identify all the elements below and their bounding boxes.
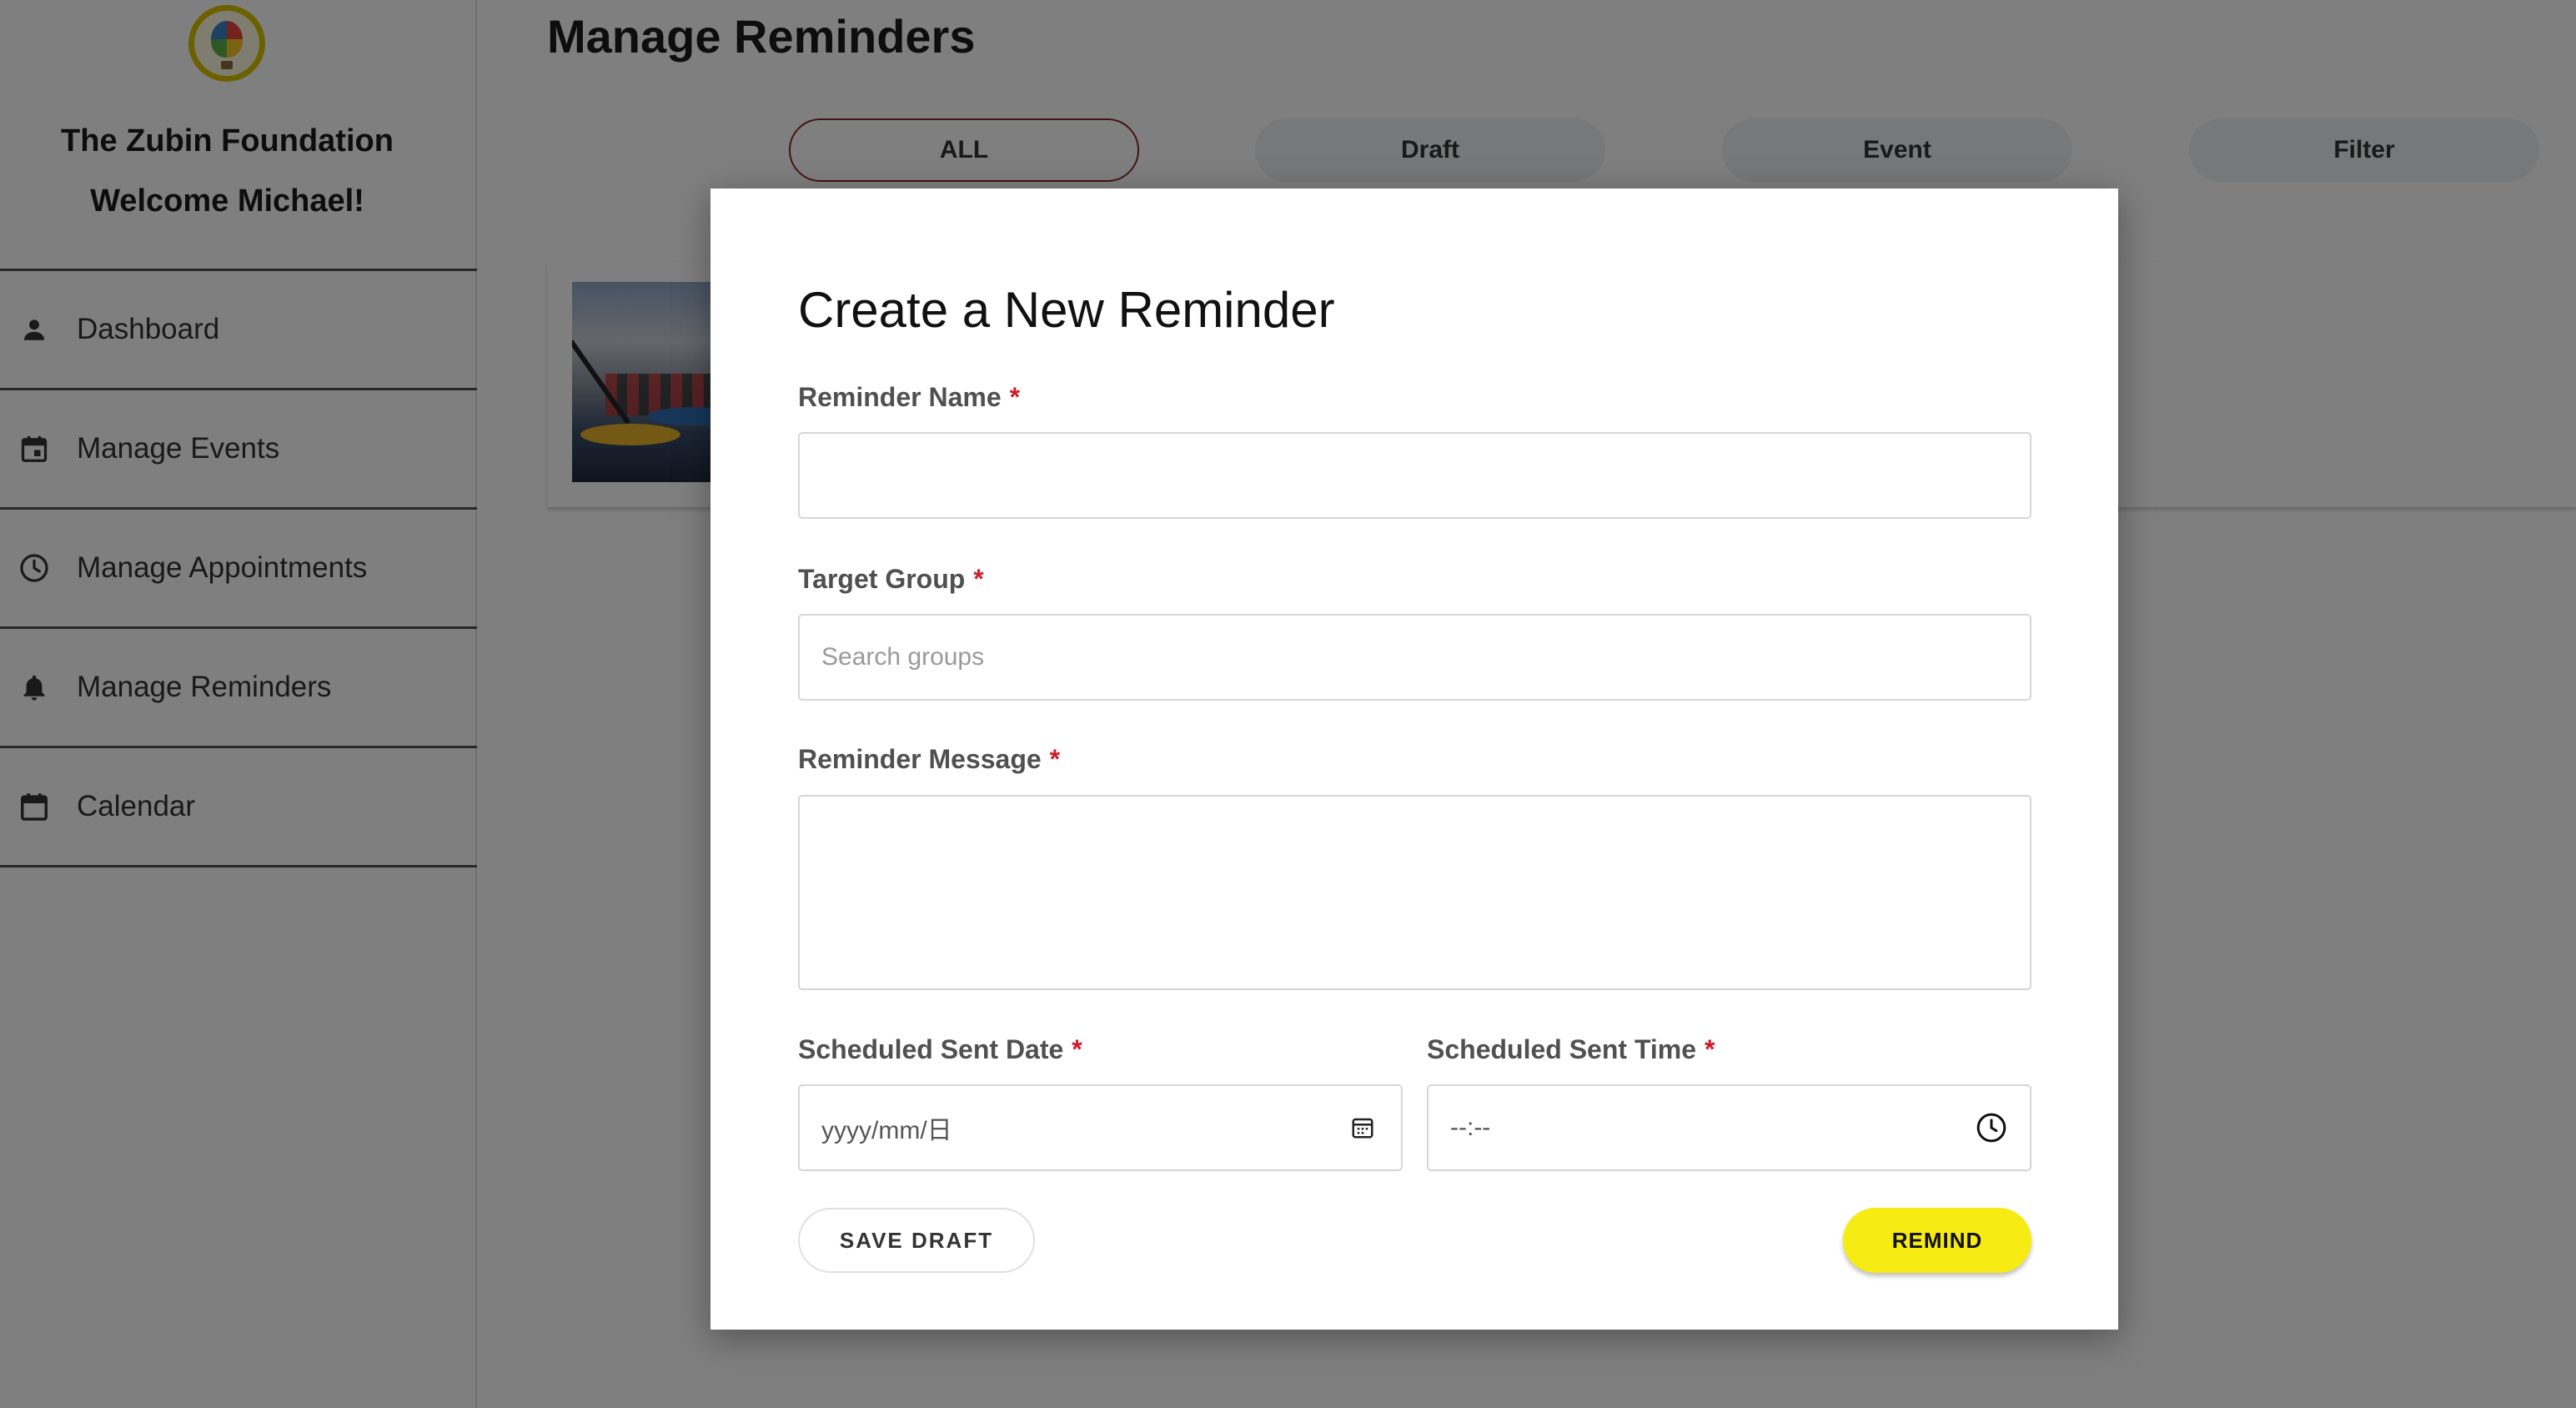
field-label-text: Scheduled Sent Time <box>1427 1034 1697 1064</box>
required-mark: * <box>1049 744 1061 774</box>
calendar-picker-icon[interactable] <box>1346 1111 1379 1144</box>
sent-time-label: Scheduled Sent Time * <box>1427 1033 1715 1066</box>
field-label-text: Reminder Message <box>798 744 1042 774</box>
sent-date-label: Scheduled Sent Date * <box>798 1033 1082 1066</box>
required-mark: * <box>973 564 984 594</box>
create-reminder-dialog: Create a New Reminder Reminder Name * Tar… <box>711 189 2118 1330</box>
required-mark: * <box>1009 382 1021 412</box>
remind-button[interactable]: REMIND <box>1843 1208 2031 1273</box>
target-group-label: Target Group * <box>798 562 984 596</box>
field-label-text: Target Group <box>798 564 966 594</box>
target-group-search-input[interactable]: Search groups <box>798 614 2031 701</box>
clock-picker-icon[interactable] <box>1975 1111 2008 1144</box>
field-label-text: Scheduled Sent Date <box>798 1034 1064 1064</box>
dialog-title: Create a New Reminder <box>798 282 1335 338</box>
sent-time-input[interactable]: --:-- <box>1427 1084 2031 1171</box>
save-draft-button[interactable]: SAVE DRAFT <box>798 1208 1035 1273</box>
reminder-name-label: Reminder Name * <box>798 380 1020 414</box>
sent-time-placeholder: --:-- <box>1450 1114 1491 1141</box>
reminder-message-label: Reminder Message * <box>798 742 1060 776</box>
field-label-text: Reminder Name <box>798 382 1002 412</box>
sent-date-placeholder: yyyy/mm/日 <box>821 1117 952 1144</box>
reminder-message-textarea[interactable] <box>798 795 2031 990</box>
reminder-name-input[interactable] <box>798 432 2031 519</box>
sent-date-input[interactable]: yyyy/mm/日 <box>798 1084 1403 1171</box>
required-mark: * <box>1072 1034 1082 1064</box>
target-group-placeholder: Search groups <box>821 643 985 671</box>
required-mark: * <box>1705 1034 1715 1064</box>
